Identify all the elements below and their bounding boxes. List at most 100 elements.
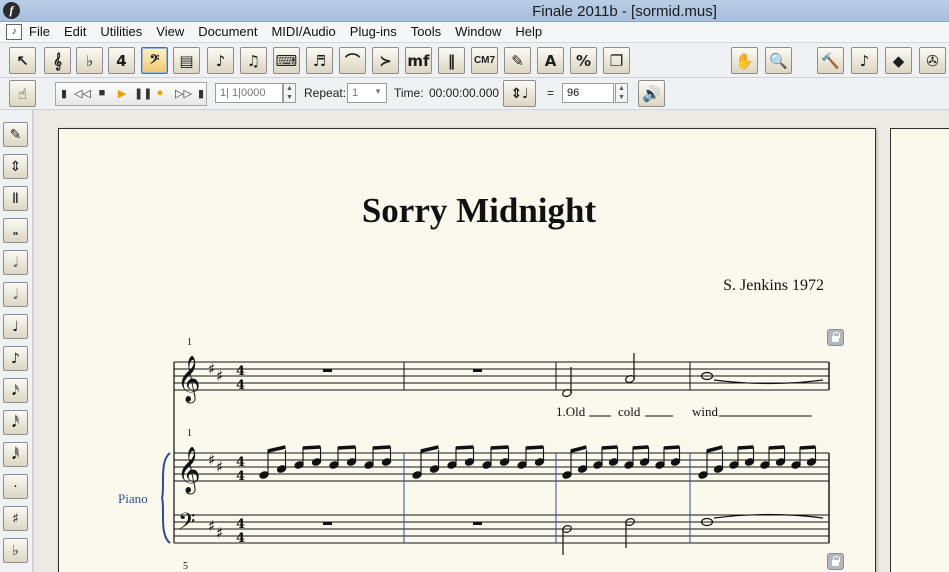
stop-icon[interactable]: ■: [95, 87, 109, 99]
svg-text:♯: ♯: [208, 517, 215, 535]
forward-to-end-icon[interactable]: ▮: [194, 87, 208, 100]
note-beam: [337, 445, 356, 450]
smart-shape-tool-icon[interactable]: ⌒: [339, 47, 366, 74]
note-beam: [663, 445, 680, 450]
svg-text:4: 4: [236, 517, 245, 532]
speedy-entry-tool-icon[interactable]: ♫: [240, 47, 267, 74]
menu-file[interactable]: File: [29, 24, 58, 39]
tuplet-tool-icon[interactable]: ♬: [306, 47, 333, 74]
instrument-name[interactable]: Piano: [118, 491, 148, 507]
palette-tool-4-icon[interactable]: 𝅗𝅥: [3, 250, 28, 275]
palette-tool-12-icon[interactable]: ♯: [3, 506, 28, 531]
palette-tool-5-icon[interactable]: 𝅗𝅥: [3, 282, 28, 307]
staff-tool-icon[interactable]: 𝄞: [44, 47, 71, 74]
score-page: 𝄞 ♯ ♯ 4 4 𝄞 ♯ ♯ 4 4 𝄢 ♯ ♯ 4 4 Sorry Midn…: [58, 128, 876, 572]
selection-tool-icon[interactable]: ↖: [9, 47, 36, 74]
menu-edit[interactable]: Edit: [64, 24, 94, 39]
chord-tool-icon[interactable]: CM7: [471, 47, 498, 74]
pause-icon[interactable]: ❚❚: [134, 87, 152, 100]
system-lock-icon[interactable]: [827, 329, 844, 346]
measure-number: 5: [183, 561, 188, 572]
treble-clef-icon: 𝄞: [177, 356, 201, 404]
articulation-tool-icon[interactable]: ≻: [372, 47, 399, 74]
page-layout-tool-icon[interactable]: ❐: [603, 47, 630, 74]
repeat-select[interactable]: 1 ▼: [347, 83, 387, 103]
repeat-tool-icon[interactable]: ‖: [438, 47, 465, 74]
menu-midi-audio[interactable]: MIDI/Audio: [271, 24, 343, 39]
palette-tool-6-icon[interactable]: ♩: [3, 314, 28, 339]
score-canvas[interactable]: 𝄞 ♯ ♯ 4 4 𝄞 ♯ ♯ 4 4 𝄢 ♯ ♯ 4 4 Sorry Midn…: [34, 110, 949, 572]
menu-help[interactable]: Help: [515, 24, 550, 39]
expression-tool-icon[interactable]: mf: [405, 47, 432, 74]
menu-window[interactable]: Window: [455, 24, 509, 39]
svg-text:4: 4: [236, 469, 245, 484]
rewind-to-start-icon[interactable]: ▮: [57, 87, 71, 100]
palette-tool-11-icon[interactable]: ·: [3, 474, 28, 499]
key-signature-tool-icon[interactable]: ♭: [76, 47, 103, 74]
note-beam: [267, 445, 286, 453]
fast-forward-icon[interactable]: ▷▷: [175, 87, 192, 100]
title-bar: f Finale 2011b - [sormid.mus]: [0, 0, 949, 22]
lyrics-tool-icon[interactable]: ✎: [504, 47, 531, 74]
rewind-icon[interactable]: ◁◁: [74, 87, 91, 100]
score-title[interactable]: Sorry Midnight: [59, 191, 899, 231]
palette-tool-2-icon[interactable]: Ⅱ: [3, 186, 28, 211]
note-beam: [420, 445, 439, 453]
zoom-tool-icon[interactable]: 🔍: [765, 47, 792, 74]
note-beam: [302, 445, 321, 450]
menu-tools[interactable]: Tools: [411, 24, 449, 39]
palette-tool-9-icon[interactable]: 𝅘𝅥𝅰: [3, 410, 28, 435]
palette-tool-0-icon[interactable]: ✎: [3, 122, 28, 147]
lyric-syllable[interactable]: wind: [692, 404, 718, 420]
menu-document[interactable]: Document: [198, 24, 265, 39]
palette-tool-13-icon[interactable]: ♭: [3, 538, 28, 563]
measure-counter-field[interactable]: 1| 1|0000: [215, 83, 283, 103]
text-tool-icon[interactable]: A: [537, 47, 564, 74]
time-value: 00:00:00.000: [429, 86, 500, 100]
clef-tool-icon[interactable]: 𝄢: [141, 47, 168, 74]
measure-counter-spinner[interactable]: ▲ ▼: [283, 83, 296, 103]
time-signature-tool-icon[interactable]: 4: [108, 47, 135, 74]
hand-grabber-tool-icon[interactable]: ✋: [731, 47, 758, 74]
hyperscribe-tool-icon[interactable]: ⌨: [273, 47, 300, 74]
measure-tool-icon[interactable]: ▤: [173, 47, 200, 74]
note-beam: [525, 445, 544, 450]
playback-settings-button[interactable]: ☝: [9, 80, 36, 107]
palette-tool-1-icon[interactable]: ⇕: [3, 154, 28, 179]
time-label: Time:: [394, 86, 424, 100]
speaker-icon[interactable]: 🔊: [638, 80, 665, 107]
composer-text[interactable]: S. Jenkins 1972: [723, 277, 824, 295]
main-tool-palette: ↖ 𝄞 ♭ 4 𝄢 ▤ ♪ ♫ ⌨ ♬ ⌒ ≻ mf ‖ CM7 ✎ A% ❐ ✋ 🔍 🔨 ♪ ◆ ✇: [0, 43, 949, 78]
tempo-field[interactable]: 96: [562, 83, 614, 103]
simple-entry-tool-icon[interactable]: ♪: [207, 47, 234, 74]
tempo-note-button[interactable]: ⇕♩: [503, 80, 536, 107]
palette-tool-3-icon[interactable]: 𝅝: [3, 218, 28, 243]
midi-tool-icon[interactable]: ✇: [919, 47, 946, 74]
menu-utilities[interactable]: Utilities: [100, 24, 150, 39]
document-icon[interactable]: ♪: [6, 24, 22, 40]
resize-tool-icon[interactable]: %: [570, 47, 597, 74]
repeat-value: 1: [352, 87, 359, 99]
record-icon[interactable]: ●: [153, 87, 167, 99]
lyric-syllable[interactable]: cold: [618, 404, 640, 420]
window-title: Finale 2011b - [sormid.mus]: [532, 3, 717, 20]
note-beam: [706, 445, 723, 453]
graphics-tool-icon[interactable]: ◆: [885, 47, 912, 74]
menu-items: File Edit Utilities View Document MIDI/Audio P…: [29, 24, 556, 39]
menu-plug-ins[interactable]: Plug-ins: [350, 24, 405, 39]
palette-tool-7-icon[interactable]: ♪: [3, 346, 28, 371]
note-beam: [570, 445, 587, 453]
playback-controls: ☝ ▮ ◁◁ ■ ▶ ❚❚ ● ▷▷ ▮ 1| 1|0000 ▲ ▼ Repeat…: [0, 78, 949, 110]
palette-tool-8-icon[interactable]: 𝅘𝅥𝅯: [3, 378, 28, 403]
menu-bar: ♪ File Edit Utilities View Document MIDI/Audi…: [0, 22, 949, 43]
system-lock-icon[interactable]: [827, 553, 844, 570]
special-tools-tool-icon[interactable]: 🔨: [817, 47, 844, 74]
tempo-spinner[interactable]: ▲ ▼: [615, 83, 628, 103]
menu-view[interactable]: View: [156, 24, 192, 39]
play-icon[interactable]: ▶: [115, 87, 129, 100]
svg-text:♯: ♯: [216, 458, 223, 476]
note-beam: [768, 445, 785, 450]
mirror-tool-icon[interactable]: ♪: [851, 47, 878, 74]
palette-tool-10-icon[interactable]: 𝅘𝅥𝅱: [3, 442, 28, 467]
lyric-syllable[interactable]: 1.Old: [556, 404, 585, 420]
